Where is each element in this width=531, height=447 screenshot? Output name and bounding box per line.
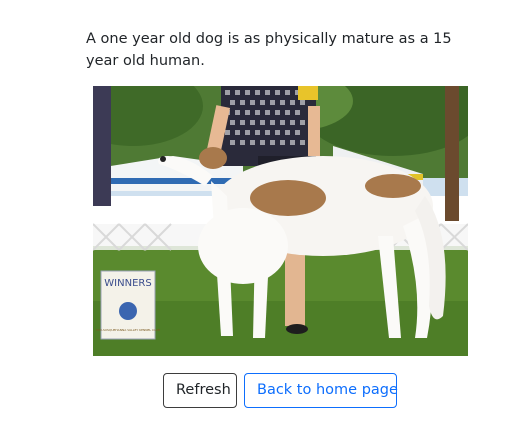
dog-photo: WINNERS MID-SUSQUEHANNA VALLEY KENNEL CL… [93, 86, 468, 356]
winners-sign-text: WINNERS [104, 278, 151, 289]
dog-fact-text: A one year old dog is as physically matu… [86, 31, 452, 69]
winners-sign-subtext: MID-SUSQUEHANNA VALLEY KENNEL CLUB [96, 328, 160, 332]
refresh-button[interactable]: Refresh [163, 373, 237, 408]
action-buttons: Refresh Back to home page [163, 373, 398, 408]
back-to-home-button[interactable]: Back to home page [244, 373, 398, 408]
page: A one year old dog is as physically matu… [0, 0, 531, 447]
